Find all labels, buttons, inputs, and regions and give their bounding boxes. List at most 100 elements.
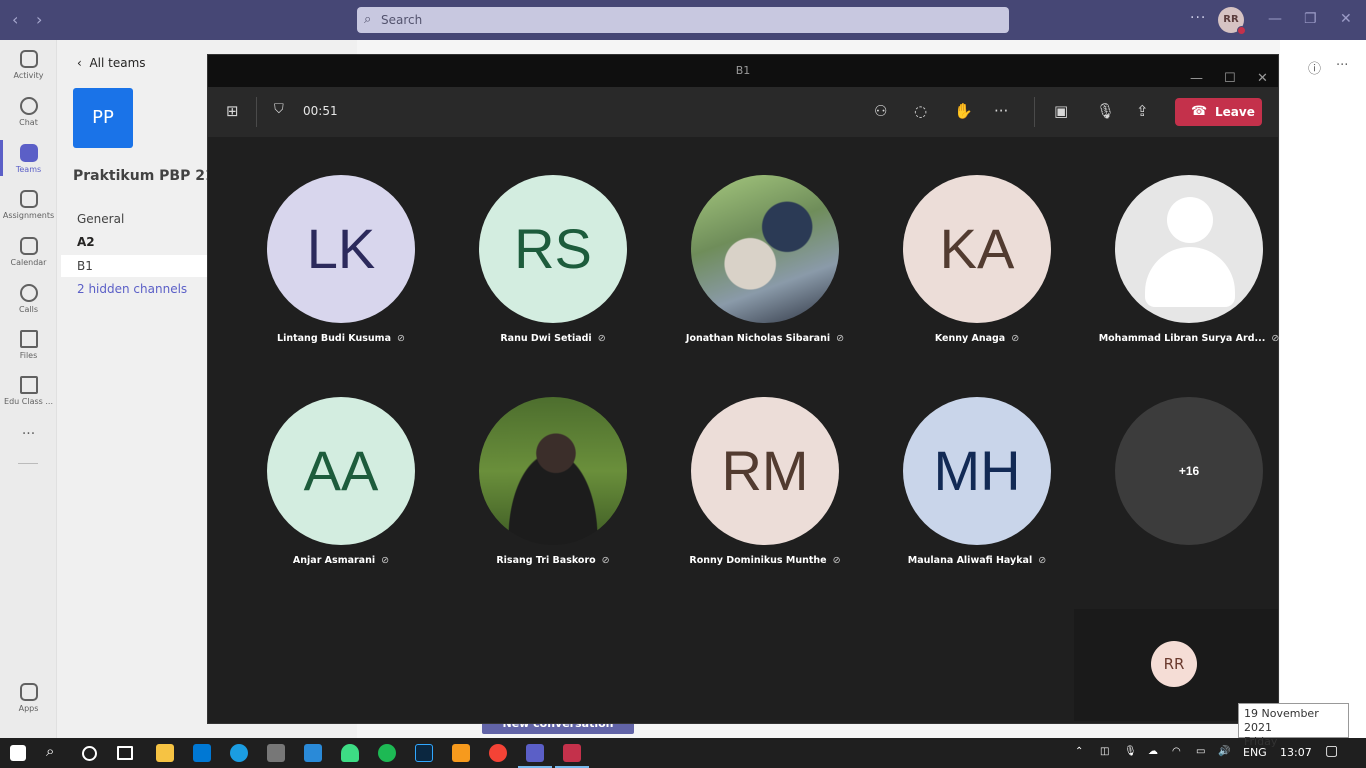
meeting-title: B1 xyxy=(735,64,751,77)
date-line: 19 November 2021 xyxy=(1244,707,1319,734)
channel-general[interactable]: General xyxy=(77,212,124,226)
participant-name-text: Ranu Dwi Setiadi xyxy=(500,333,592,344)
rail-calls[interactable]: Calls xyxy=(0,284,57,314)
search-input[interactable]: ⌕ Search xyxy=(357,7,1009,33)
bell-icon xyxy=(19,50,38,68)
overflow-count: +16 xyxy=(1115,397,1263,545)
muted-mic-icon: ⊘ xyxy=(597,333,606,344)
microphone-tray-icon[interactable]: 🎙 xyxy=(1124,746,1137,757)
participant-tile[interactable]: Jonathan Nicholas Sibarani ⊘ xyxy=(655,175,875,344)
overflow-participants-tile[interactable]: +16 xyxy=(1079,397,1299,545)
participant-avatar: MH xyxy=(903,397,1051,545)
mic-off-icon[interactable]: 🎙 xyxy=(1096,102,1115,120)
layout-grid-icon[interactable]: ⊞ xyxy=(226,102,239,120)
participant-tile[interactable]: KA Kenny Anaga ⊘ xyxy=(867,175,1087,344)
participant-name: Lintang Budi Kusuma ⊘ xyxy=(231,333,451,344)
participant-tile[interactable]: RM Ronny Dominikus Munthe ⊘ xyxy=(655,397,875,566)
hang-up-icon: ☎ xyxy=(1191,104,1208,119)
rail-teams[interactable]: Teams xyxy=(0,140,57,176)
volume-icon[interactable]: 🔊 xyxy=(1218,746,1230,757)
participant-tile[interactable]: RS Ranu Dwi Setiadi ⊘ xyxy=(443,175,663,344)
rail-chat[interactable]: Chat xyxy=(0,97,57,127)
participant-name-text: Risang Tri Baskoro xyxy=(496,555,596,566)
participant-name-text: Anjar Asmarani xyxy=(292,555,376,566)
minimize-icon[interactable]: — xyxy=(1268,11,1282,27)
calendar-icon xyxy=(19,237,38,255)
camera-tray-icon[interactable]: ◫ xyxy=(1100,746,1109,757)
camera-off-icon[interactable]: ▣ xyxy=(1054,102,1068,120)
onedrive-icon[interactable]: ☁ xyxy=(1148,746,1158,757)
onenote-icon xyxy=(19,376,38,394)
meeting-title-bar: B1 — ☐ ✕ xyxy=(208,55,1278,87)
muted-mic-icon: ⊘ xyxy=(836,333,845,344)
rail-files[interactable]: Files xyxy=(0,330,57,360)
rail-divider xyxy=(18,463,38,464)
raise-hand-icon[interactable]: ✋ xyxy=(954,102,973,120)
back-arrow-icon[interactable]: ‹ xyxy=(12,10,18,29)
more-options-icon[interactable]: ··· xyxy=(1336,58,1348,73)
vscode-icon[interactable] xyxy=(304,744,322,762)
spotify-icon[interactable] xyxy=(378,744,396,762)
participant-name-text: Lintang Budi Kusuma xyxy=(277,333,391,344)
profile-avatar[interactable]: RR xyxy=(1218,7,1246,35)
rail-calendar[interactable]: Calendar xyxy=(0,237,57,267)
chrome-icon[interactable] xyxy=(489,744,507,762)
channel-b1[interactable]: B1 xyxy=(61,255,211,277)
app-icon[interactable] xyxy=(267,744,285,762)
leave-button[interactable]: ☎ Leave xyxy=(1175,98,1262,126)
rail-label: Apps xyxy=(18,704,39,713)
self-avatar: RR xyxy=(1151,641,1197,687)
search-icon: ⌕ xyxy=(364,12,372,27)
windows-start-icon[interactable] xyxy=(10,745,26,761)
rail-more-apps-icon[interactable]: ··· xyxy=(0,426,57,442)
participant-tile[interactable]: LK Lintang Budi Kusuma ⊘ xyxy=(231,175,451,344)
forward-arrow-icon[interactable]: › xyxy=(36,10,42,29)
participant-tile[interactable]: AA Anjar Asmarani ⊘ xyxy=(231,397,451,566)
cortana-icon[interactable] xyxy=(82,746,97,761)
toolbar-divider xyxy=(256,97,257,127)
search-placeholder: Search xyxy=(381,13,423,27)
participant-tile[interactable]: Mohammad Libran Surya Ard... ⊘ xyxy=(1079,175,1299,344)
wifi-icon[interactable]: ◠ xyxy=(1172,746,1181,757)
battery-icon[interactable]: ▭ xyxy=(1196,746,1205,757)
rail-label: Calls xyxy=(18,305,39,314)
rail-edu-class[interactable]: Edu Class ... xyxy=(0,376,57,406)
all-teams-link[interactable]: ‹ All teams xyxy=(77,56,146,70)
participant-tile[interactable]: MH Maulana Aliwafi Haykal ⊘ xyxy=(867,397,1087,566)
hidden-channels-link[interactable]: 2 hidden channels xyxy=(77,282,187,296)
participants-icon[interactable]: ⚇ xyxy=(874,102,887,120)
mail-icon[interactable] xyxy=(193,744,211,762)
sublime-icon[interactable] xyxy=(452,744,470,762)
maximize-icon[interactable]: ❐ xyxy=(1304,11,1317,27)
rail-apps[interactable]: Apps xyxy=(0,683,57,713)
rail-assignments[interactable]: Assignments xyxy=(0,190,57,220)
photoshop-icon[interactable] xyxy=(415,744,433,762)
participant-name: Risang Tri Baskoro ⊘ xyxy=(443,555,663,566)
share-screen-icon[interactable]: ⇪ xyxy=(1136,102,1149,120)
info-icon[interactable]: ⓘ xyxy=(1308,58,1321,77)
participant-tile[interactable]: Risang Tri Baskoro ⊘ xyxy=(443,397,663,566)
task-view-icon[interactable] xyxy=(117,746,133,760)
channel-a2[interactable]: A2 xyxy=(77,235,95,249)
chat-icon[interactable]: ◌ xyxy=(914,102,927,120)
muted-mic-icon: ⊘ xyxy=(1038,555,1047,566)
more-options-icon[interactable]: ··· xyxy=(1190,10,1206,26)
status-dot-icon xyxy=(1237,26,1246,35)
shield-icon[interactable]: ⛉ xyxy=(274,102,284,117)
file-explorer-icon[interactable] xyxy=(156,744,174,762)
more-actions-icon[interactable]: ··· xyxy=(994,102,1008,120)
muted-mic-icon: ⊘ xyxy=(832,555,841,566)
rail-activity[interactable]: Activity xyxy=(0,50,57,80)
participant-name: Anjar Asmarani ⊘ xyxy=(231,555,451,566)
participant-name: Jonathan Nicholas Sibarani ⊘ xyxy=(655,333,875,344)
teams-taskbar-icon[interactable] xyxy=(518,744,552,768)
android-studio-icon[interactable] xyxy=(341,744,359,762)
show-hidden-icons[interactable]: ⌃ xyxy=(1075,746,1083,757)
date-tooltip: 19 November 2021 Friday xyxy=(1238,703,1349,748)
team-avatar: PP xyxy=(73,88,133,148)
meeting-taskbar-icon[interactable] xyxy=(555,744,589,768)
close-icon[interactable]: ✕ xyxy=(1340,11,1352,27)
participant-name: Mohammad Libran Surya Ard... ⊘ xyxy=(1079,333,1299,344)
edge-icon[interactable] xyxy=(230,744,248,762)
search-icon[interactable]: ⌕ xyxy=(46,742,64,760)
